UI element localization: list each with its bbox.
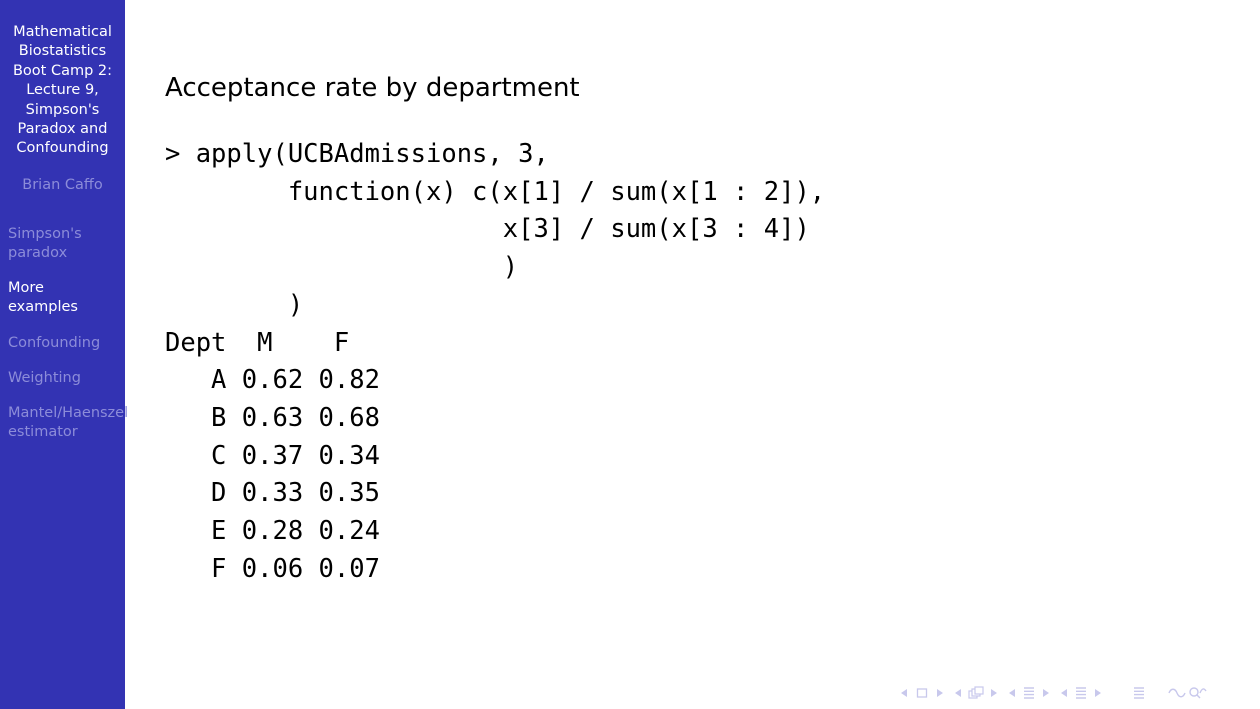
nav-subsection-next-icon[interactable] xyxy=(990,688,998,698)
nav-frame-icon[interactable] xyxy=(916,687,928,699)
nav-subsection-list-icon[interactable] xyxy=(1074,686,1088,700)
nav-subsection-icon[interactable] xyxy=(968,686,984,700)
navigation-bar xyxy=(900,684,1208,702)
sidebar-section-simpsons-paradox[interactable]: Simpson's paradox xyxy=(8,225,148,264)
r-code-output: > apply(UCBAdmissions, 3, function(x) c(… xyxy=(165,139,826,584)
nav-subsection-next-icon[interactable] xyxy=(1094,688,1102,698)
presentation-author[interactable]: Brian Caffo xyxy=(0,176,125,195)
nav-frame-prev-icon[interactable] xyxy=(900,688,908,698)
sidebar-section-weighting[interactable]: Weighting xyxy=(8,369,148,388)
nav-section-next-icon[interactable] xyxy=(1042,688,1050,698)
nav-section-icon[interactable] xyxy=(1022,686,1036,700)
nav-subsection-prev-icon[interactable] xyxy=(954,688,962,698)
nav-section-prev-icon[interactable] xyxy=(1008,688,1016,698)
slide-title: Acceptance rate by department xyxy=(165,73,580,103)
nav-frame-next-icon[interactable] xyxy=(936,688,944,698)
nav-doc-icon[interactable] xyxy=(1132,686,1146,700)
presentation-title[interactable]: Mathematical Biostatistics Boot Camp 2: … xyxy=(0,23,125,159)
sidebar: Mathematical Biostatistics Boot Camp 2: … xyxy=(0,0,128,709)
sidebar-section-mantel-haenszel[interactable]: Mantel/Haenszel estimator xyxy=(8,404,148,443)
sidebar-section-confounding[interactable]: Confounding xyxy=(8,334,148,353)
sidebar-section-more-examples[interactable]: More examples xyxy=(8,279,148,318)
nav-subsection-prev-icon[interactable] xyxy=(1060,688,1068,698)
nav-search-icon[interactable] xyxy=(1168,686,1208,700)
